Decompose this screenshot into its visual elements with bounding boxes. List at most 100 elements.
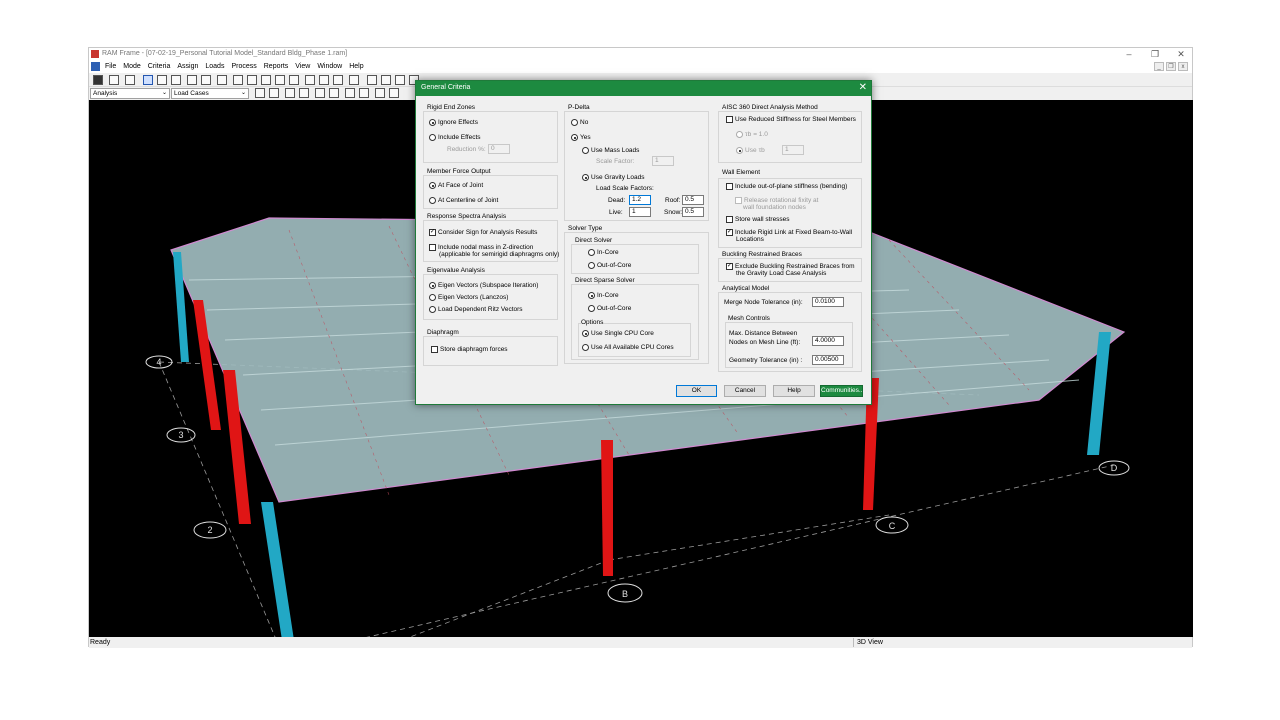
- single-cpu-radio[interactable]: Use Single CPU Core: [582, 330, 654, 337]
- response-spectra-label: Response Spectra Analysis: [427, 213, 507, 220]
- reaction-icon[interactable]: [375, 88, 385, 98]
- menu-mode[interactable]: Mode: [123, 63, 141, 70]
- out-of-plane-checkbox[interactable]: Include out-of-plane stiffness (bending): [726, 183, 847, 190]
- communities-button[interactable]: Communities...: [820, 385, 864, 397]
- menu-assign[interactable]: Assign: [177, 63, 198, 70]
- dialog-close-icon[interactable]: ✕: [859, 82, 867, 93]
- all-cpu-radio[interactable]: Use All Available CPU Cores: [582, 344, 674, 351]
- direct-in-core-radio[interactable]: In-Core: [588, 249, 619, 256]
- load-case-combo[interactable]: Load Cases ⌄: [171, 88, 249, 99]
- menu-reports[interactable]: Reports: [264, 63, 289, 70]
- mode-shape-icon[interactable]: [329, 88, 339, 98]
- moment-icon[interactable]: [299, 88, 309, 98]
- zoom-window-icon[interactable]: [247, 75, 257, 85]
- binoculars-icon[interactable]: [187, 75, 197, 85]
- rigid-link-checkbox[interactable]: ✓ Include Rigid Link at Fixed Beam-to-Wal…: [726, 229, 852, 236]
- roof-factor-input[interactable]: 0.5: [682, 195, 704, 205]
- exclude-braces-checkbox[interactable]: ✓ Exclude Buckling Restrained Braces from: [726, 263, 855, 270]
- tau-one-radio[interactable]: τb = 1.0: [736, 131, 768, 138]
- release-fixity-checkbox[interactable]: Release rotational fixity at: [735, 197, 818, 204]
- mode-combo[interactable]: Analysis ⌄: [90, 88, 170, 99]
- frame-icon[interactable]: [319, 75, 329, 85]
- stress-icon[interactable]: [389, 88, 399, 98]
- menu-window[interactable]: Window: [317, 63, 342, 70]
- save-icon[interactable]: [93, 75, 103, 85]
- grid-icon[interactable]: [333, 75, 343, 85]
- mass-loads-radio[interactable]: Use Mass Loads: [582, 147, 639, 154]
- subspace-radio[interactable]: Eigen Vectors (Subspace Iteration): [429, 282, 538, 289]
- pdelta-label: P-Delta: [568, 104, 590, 111]
- store-wall-stresses-checkbox[interactable]: Store wall stresses: [726, 216, 790, 223]
- print-icon[interactable]: [109, 75, 119, 85]
- scale-factor-input[interactable]: 1: [652, 156, 674, 166]
- rotate-icon[interactable]: [305, 75, 315, 85]
- geometry-tolerance-input[interactable]: 0.00500: [812, 355, 844, 365]
- wall-icon[interactable]: [395, 75, 405, 85]
- sparse-out-of-core-radio[interactable]: Out-of-Core: [588, 305, 631, 312]
- help-button[interactable]: Help: [773, 385, 815, 397]
- grid-label-3: 3: [178, 430, 183, 440]
- maximize-button[interactable]: ❐: [1143, 48, 1167, 61]
- tau-use-radio[interactable]: Use τb: [736, 147, 765, 154]
- column-icon[interactable]: [367, 75, 377, 85]
- gravity-loads-radio[interactable]: Use Gravity Loads: [582, 174, 644, 181]
- pdelta-no-radio[interactable]: No: [571, 119, 588, 126]
- elevation-view-icon[interactable]: [171, 75, 181, 85]
- menu-criteria[interactable]: Criteria: [148, 63, 171, 70]
- report-icon[interactable]: [125, 75, 135, 85]
- menu-process[interactable]: Process: [231, 63, 256, 70]
- pan-icon[interactable]: [233, 75, 243, 85]
- close-button[interactable]: ✕: [1169, 48, 1193, 61]
- cancel-button[interactable]: Cancel: [724, 385, 766, 397]
- deflection-icon[interactable]: [315, 88, 325, 98]
- reduced-stiffness-checkbox[interactable]: Use Reduced Stiffness for Steel Members: [726, 116, 856, 123]
- snow-factor-input[interactable]: 0.5: [682, 207, 704, 217]
- zoom-extents-icon[interactable]: [289, 75, 299, 85]
- member-icon[interactable]: [349, 75, 359, 85]
- drift-icon[interactable]: [359, 88, 369, 98]
- direct-out-of-core-radio[interactable]: Out-of-Core: [588, 262, 631, 269]
- forces-icon[interactable]: [285, 88, 295, 98]
- view-status: 3D View: [857, 639, 883, 646]
- dead-factor-input[interactable]: 1.2: [629, 195, 651, 205]
- menu-file[interactable]: File: [105, 63, 116, 70]
- menu-loads[interactable]: Loads: [205, 63, 224, 70]
- include-effects-radio[interactable]: Include Effects: [429, 134, 481, 141]
- ok-button[interactable]: OK: [676, 385, 717, 397]
- centerline-of-joint-radio[interactable]: At Centerline of Joint: [429, 197, 498, 204]
- face-of-joint-radio[interactable]: At Face of Joint: [429, 182, 483, 189]
- lanczos-radio[interactable]: Eigen Vectors (Lanczos): [429, 294, 508, 301]
- table-icon[interactable]: [217, 75, 227, 85]
- consider-sign-checkbox[interactable]: ✓ Consider Sign for Analysis Results: [429, 229, 537, 236]
- sparse-in-core-radio[interactable]: In-Core: [588, 292, 619, 299]
- live-factor-input[interactable]: 1: [629, 207, 651, 217]
- zoom-in-icon[interactable]: [261, 75, 271, 85]
- nodal-mass-checkbox[interactable]: Include nodal mass in Z-direction: [429, 244, 533, 251]
- menu-view[interactable]: View: [295, 63, 310, 70]
- loads-icon[interactable]: [269, 88, 279, 98]
- plan-view-icon[interactable]: [157, 75, 167, 85]
- tau-icon: τb: [745, 131, 752, 138]
- pdelta-yes-radio[interactable]: Yes: [571, 134, 591, 141]
- zoom-out-icon[interactable]: [275, 75, 285, 85]
- tau-use-input[interactable]: 1: [782, 145, 804, 155]
- max-distance-input[interactable]: 4.0000: [812, 336, 844, 346]
- merge-tolerance-input[interactable]: 0.0100: [812, 297, 844, 307]
- solver-type-label: Solver Type: [568, 225, 603, 232]
- ignore-effects-radio[interactable]: Ignore Effects: [429, 119, 478, 126]
- store-diaphragm-checkbox[interactable]: Store diaphragm forces: [431, 346, 508, 353]
- mdi-close-button[interactable]: x: [1178, 62, 1188, 71]
- show-icon[interactable]: [255, 88, 265, 98]
- analytical-model-label: Analytical Model: [722, 285, 770, 292]
- mdi-minimize-button[interactable]: _: [1154, 62, 1164, 71]
- story-icon[interactable]: [345, 88, 355, 98]
- menu-help[interactable]: Help: [349, 63, 363, 70]
- minimize-button[interactable]: –: [1117, 48, 1141, 61]
- reduction-input[interactable]: 0: [488, 144, 510, 154]
- brace-icon[interactable]: [381, 75, 391, 85]
- chart-icon[interactable]: [201, 75, 211, 85]
- ritz-radio[interactable]: Load Dependent Ritz Vectors: [429, 306, 523, 313]
- frame-view-icon[interactable]: [143, 75, 153, 85]
- mdi-restore-button[interactable]: ❐: [1166, 62, 1176, 71]
- sparse-solver-label: Direct Sparse Solver: [575, 277, 635, 284]
